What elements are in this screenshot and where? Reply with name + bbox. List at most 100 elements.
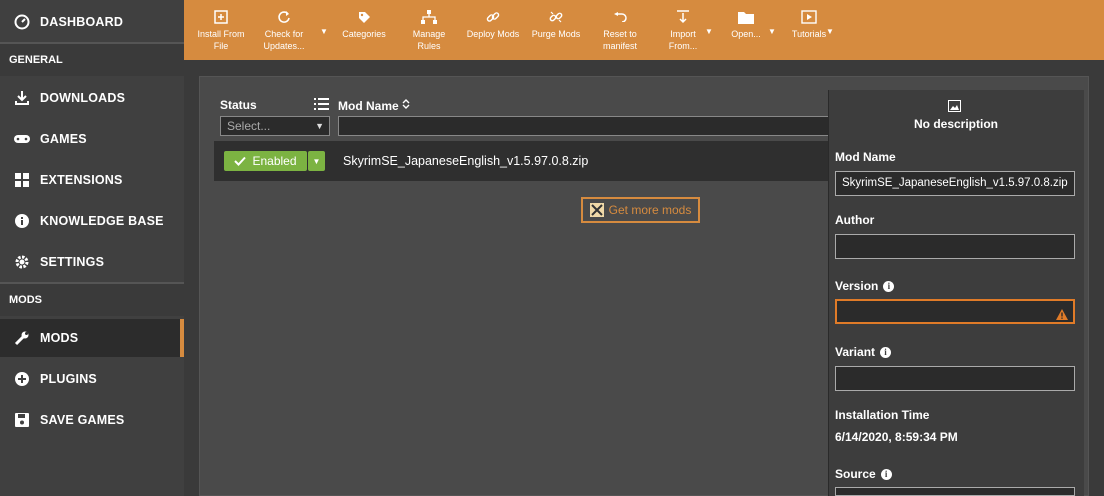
installation-time-label-text: Installation Time (835, 408, 930, 422)
nav-extensions[interactable]: EXTENSIONS (0, 161, 184, 199)
info-icon[interactable]: i (880, 346, 892, 358)
installation-time-label: Installation Time (835, 408, 929, 422)
check-label-2: Updates... (263, 41, 305, 51)
modname-header[interactable]: Mod Name (338, 98, 410, 113)
chevron-down-icon: ▼ (315, 121, 324, 131)
variant-label-text: Variant (835, 345, 876, 359)
enabled-dropdown-button[interactable]: ▼ (308, 151, 325, 171)
tag-icon (358, 8, 371, 26)
manage-label-2: Rules (417, 41, 441, 51)
wrench-icon (13, 329, 31, 347)
nav-save-games[interactable]: SAVE GAMES (0, 401, 184, 439)
mod-name-cell: SkyrimSE_JapaneseEnglish_v1.5.97.0.8.zip (343, 154, 589, 168)
categories-label: Categories (342, 29, 386, 39)
version-label: Version i (835, 279, 895, 293)
variant-field[interactable] (835, 366, 1075, 391)
tutorials-dropdown-icon[interactable]: ▼ (826, 27, 834, 36)
manage-label-1: Manage (412, 29, 446, 39)
info-icon[interactable]: i (880, 468, 892, 480)
open-dropdown-icon[interactable]: ▼ (768, 27, 776, 36)
open-label: Open... (731, 29, 761, 39)
nexus-icon (589, 203, 604, 217)
download-icon (13, 89, 31, 107)
check-updates-button[interactable]: Check for Updates... (260, 8, 308, 52)
author-field[interactable] (835, 234, 1075, 259)
nav-downloads-label: DOWNLOADS (40, 91, 126, 105)
warning-icon (1056, 306, 1068, 322)
categories-button[interactable]: Categories (340, 8, 388, 40)
mod-name-field[interactable]: SkyrimSE_JapaneseEnglish_v1.5.97.0.8.zip (835, 171, 1075, 196)
import-from-button[interactable]: Import From... (662, 8, 704, 52)
variant-label: Variant i (835, 345, 892, 359)
folder-icon (738, 8, 754, 26)
source-field[interactable] (835, 487, 1075, 496)
nav-mods[interactable]: MODS (0, 319, 184, 357)
reset-label-1: Reset to (603, 29, 637, 39)
nav-settings[interactable]: SETTINGS (0, 243, 184, 281)
purge-mods-button[interactable]: Purge Mods (528, 8, 584, 40)
mod-name-label: Mod Name (835, 150, 896, 164)
image-icon (948, 99, 961, 117)
grid-icon (13, 171, 31, 189)
install-label-1: Install From (197, 29, 245, 39)
refresh-icon (277, 8, 291, 26)
get-more-mods-label: Get more mods (608, 203, 692, 217)
video-icon (801, 8, 817, 26)
status-filter-select[interactable]: Select... ▼ (220, 116, 330, 136)
author-label: Author (835, 213, 874, 227)
check-label-1: Check for (264, 29, 304, 39)
unlink-icon (549, 8, 563, 26)
install-file-icon (214, 8, 228, 26)
plus-circle-icon (13, 370, 31, 388)
reset-manifest-button[interactable]: Reset to manifest (598, 8, 642, 52)
section-general: GENERAL (0, 42, 184, 76)
install-label-2: File (213, 41, 229, 51)
deploy-label: Deploy Mods (466, 29, 520, 39)
mod-name-label-text: Mod Name (835, 150, 896, 164)
status-header[interactable]: Status (220, 98, 257, 112)
enabled-label: Enabled (252, 154, 297, 168)
nav-dashboard-label: DASHBOARD (40, 15, 124, 29)
nav-knowledge-base-label: KNOWLEDGE BASE (40, 214, 164, 228)
sidebar: DASHBOARD GENERAL DOWNLOADS GAMES EXTENS… (0, 0, 184, 496)
import-dropdown-icon[interactable]: ▼ (705, 27, 713, 36)
save-icon (13, 411, 31, 429)
tutorials-button[interactable]: Tutorials (790, 8, 828, 40)
info-icon[interactable]: i (883, 280, 895, 292)
nav-plugins[interactable]: PLUGINS (0, 360, 184, 398)
author-label-text: Author (835, 213, 875, 227)
get-more-mods-button[interactable]: Get more mods (581, 197, 700, 223)
tutorials-label: Tutorials (791, 29, 827, 39)
source-label-text: Source (835, 467, 876, 481)
nav-games[interactable]: GAMES (0, 120, 184, 158)
reset-label-2: manifest (602, 41, 637, 51)
list-options-icon[interactable] (314, 97, 330, 116)
install-from-file-button[interactable]: Install From File (195, 8, 247, 52)
undo-icon (613, 8, 627, 26)
import-label-2: From... (668, 41, 698, 51)
open-button[interactable]: Open... (728, 8, 764, 40)
nav-downloads[interactable]: DOWNLOADS (0, 79, 184, 117)
manage-rules-button[interactable]: Manage Rules (408, 8, 450, 52)
gamepad-icon (13, 130, 31, 148)
installation-time-value: 6/14/2020, 8:59:34 PM (835, 430, 958, 444)
info-icon (13, 212, 31, 230)
nav-plugins-label: PLUGINS (40, 372, 97, 386)
nav-save-games-label: SAVE GAMES (40, 413, 125, 427)
version-field[interactable] (835, 299, 1075, 324)
nav-extensions-label: EXTENSIONS (40, 173, 123, 187)
import-label-1: Import (670, 29, 696, 39)
deploy-mods-button[interactable]: Deploy Mods (464, 8, 522, 40)
check-icon (234, 156, 247, 166)
purge-label: Purge Mods (531, 29, 581, 39)
no-description-text: No description (913, 117, 998, 131)
source-label: Source i (835, 467, 892, 481)
section-mods: MODS (0, 282, 184, 316)
nav-games-label: GAMES (40, 132, 87, 146)
enabled-toggle-button[interactable]: Enabled (224, 151, 307, 171)
check-updates-dropdown-icon[interactable]: ▼ (320, 27, 328, 36)
nav-mods-label: MODS (40, 331, 79, 345)
dashboard-icon (13, 13, 31, 31)
nav-dashboard[interactable]: DASHBOARD (0, 3, 184, 41)
nav-knowledge-base[interactable]: KNOWLEDGE BASE (0, 202, 184, 240)
